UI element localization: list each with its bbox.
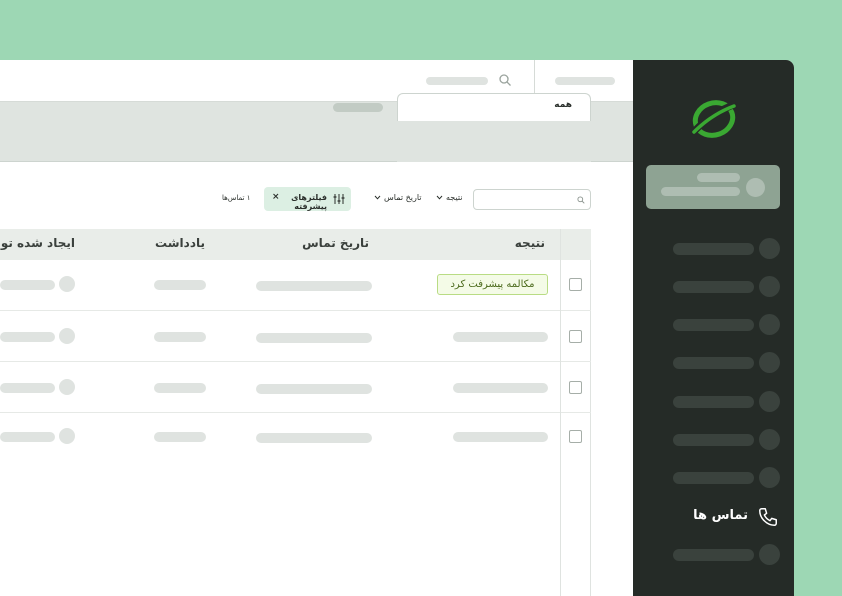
- sidebar-item-placeholder: [673, 319, 754, 331]
- creator-placeholder: [0, 432, 55, 442]
- row-checkbox[interactable]: [569, 381, 582, 394]
- filter-contact-date[interactable]: تاریخ تماس: [374, 193, 422, 202]
- sidebar-item-icon: [759, 391, 780, 412]
- contact-date-placeholder: [256, 433, 372, 443]
- row-checkbox[interactable]: [569, 278, 582, 291]
- avatar: [59, 276, 75, 292]
- note-placeholder: [154, 432, 206, 442]
- topbar-placeholder-left: [426, 77, 488, 85]
- sidebar-item[interactable]: [633, 390, 794, 412]
- close-icon[interactable]: ×: [272, 192, 280, 202]
- note-placeholder: [154, 383, 206, 393]
- contact-date-placeholder: [256, 384, 372, 394]
- table-header: نتیجه تاریخ تماس یادداشت ایجاد شده توسط: [0, 229, 591, 260]
- filter-result-label: نتیجه: [446, 193, 463, 202]
- table-row[interactable]: [0, 311, 591, 362]
- filter-contact-date-label: تاریخ تماس: [384, 193, 422, 202]
- sidebar-item[interactable]: [633, 237, 794, 259]
- sidebar-item-icon: [759, 429, 780, 450]
- topbar-placeholder-right: [555, 77, 615, 85]
- column-header-contact-date[interactable]: تاریخ تماس: [302, 236, 369, 250]
- sidebar-item-icon: [759, 352, 780, 373]
- avatar: [59, 328, 75, 344]
- sidebar-item-placeholder: [673, 549, 754, 561]
- avatar: [59, 428, 75, 444]
- logo-icon: [689, 100, 738, 138]
- result-badge: مکالمه پیشرفت کرد: [437, 274, 548, 295]
- sidebar-item[interactable]: [633, 543, 794, 565]
- sidebar-item-icon: [759, 544, 780, 565]
- sidebar-active-placeholder: [661, 187, 740, 196]
- creator-placeholder: [0, 332, 55, 342]
- contact-count: ۱ تماس‌ها: [222, 194, 251, 202]
- search-icon[interactable]: [498, 73, 512, 87]
- result-placeholder: [453, 332, 548, 342]
- sidebar-item-icon: [759, 238, 780, 259]
- chevron-down-icon: [374, 195, 381, 200]
- sidebar-item-contacts[interactable]: تماس ها: [633, 504, 794, 530]
- sidebar-item-placeholder: [673, 281, 754, 293]
- creator-placeholder: [0, 383, 55, 393]
- sidebar-item-contacts-label: تماس ها: [693, 508, 748, 523]
- sidebar-item-placeholder: [673, 396, 754, 408]
- column-header-created-by[interactable]: ایجاد شده توسط: [0, 236, 75, 250]
- tab-all-label: همه: [554, 100, 572, 110]
- sidebar-item[interactable]: [633, 428, 794, 450]
- table-row[interactable]: [0, 413, 591, 464]
- note-placeholder: [154, 280, 206, 290]
- sidebar-item[interactable]: [633, 466, 794, 488]
- sidebar-item-placeholder: [673, 357, 754, 369]
- column-header-result[interactable]: نتیجه: [515, 236, 545, 250]
- table-row[interactable]: [0, 362, 591, 413]
- creator-placeholder: [0, 280, 55, 290]
- tab-divider-line: [0, 161, 397, 162]
- app-window: همه نتیجه تاریخ تماس فیلترهای پیشرفته × …: [0, 60, 794, 596]
- sidebar-active-icon: [746, 178, 765, 197]
- row-checkbox[interactable]: [569, 430, 582, 443]
- tab-placeholder[interactable]: [333, 103, 383, 112]
- sidebar-item-icon: [759, 314, 780, 335]
- contacts-table: نتیجه تاریخ تماس یادداشت ایجاد شده توسط …: [0, 229, 591, 596]
- sidebar-item[interactable]: [633, 313, 794, 335]
- row-checkbox[interactable]: [569, 330, 582, 343]
- sidebar-active-placeholder: [697, 173, 740, 182]
- checkbox-column-divider: [560, 229, 561, 596]
- avatar: [59, 379, 75, 395]
- search-icon: [577, 196, 585, 204]
- search-input[interactable]: [473, 189, 591, 210]
- table-row[interactable]: مکالمه پیشرفت کرد: [0, 260, 591, 311]
- sidebar-item-placeholder: [673, 243, 754, 255]
- sidebar-item[interactable]: [633, 351, 794, 373]
- sidebar-item[interactable]: [633, 275, 794, 297]
- filter-result[interactable]: نتیجه: [436, 193, 463, 202]
- note-placeholder: [154, 332, 206, 342]
- result-placeholder: [453, 383, 548, 393]
- result-placeholder: [453, 432, 548, 442]
- sidebar-item-placeholder: [673, 472, 754, 484]
- phone-icon: [759, 508, 777, 526]
- column-header-note[interactable]: یادداشت: [155, 236, 205, 250]
- sidebar-item-active[interactable]: [646, 165, 780, 209]
- advanced-filters-chip[interactable]: فیلترهای پیشرفته ×: [264, 187, 351, 211]
- tab-divider-line: [591, 161, 633, 162]
- tab-all[interactable]: همه: [397, 93, 591, 121]
- sidebar: تماس ها: [633, 60, 794, 596]
- sliders-icon: [333, 194, 345, 204]
- contact-date-placeholder: [256, 281, 372, 291]
- contact-date-placeholder: [256, 333, 372, 343]
- chevron-down-icon: [436, 195, 443, 200]
- sidebar-item-icon: [759, 467, 780, 488]
- sidebar-item-placeholder: [673, 434, 754, 446]
- sidebar-item-icon: [759, 276, 780, 297]
